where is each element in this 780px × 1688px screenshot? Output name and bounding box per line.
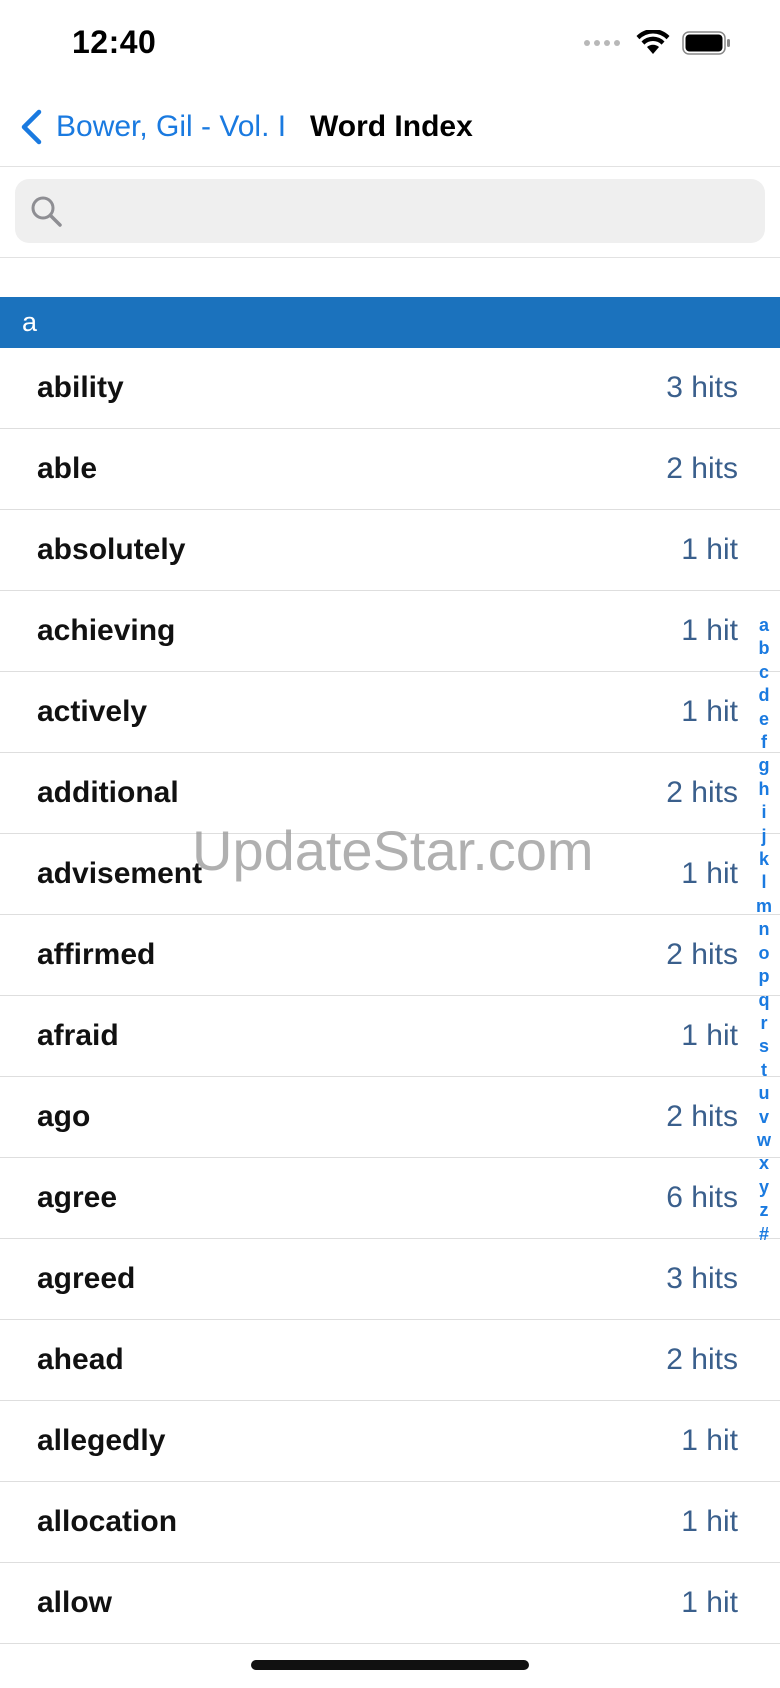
- word-row[interactable]: affirmed 2 hits: [0, 915, 780, 996]
- status-icons: [584, 30, 732, 56]
- index-letter[interactable]: g: [759, 754, 770, 777]
- index-letter[interactable]: h: [759, 778, 770, 801]
- word-label: achieving: [37, 614, 176, 647]
- index-letter[interactable]: f: [761, 731, 767, 754]
- search-icon: [31, 196, 62, 227]
- index-letter[interactable]: l: [761, 871, 766, 894]
- index-letter[interactable]: n: [759, 918, 770, 941]
- status-bar: 12:40: [0, 0, 780, 88]
- hit-count: 1 hit: [681, 533, 738, 566]
- word-row[interactable]: agree 6 hits: [0, 1158, 780, 1239]
- word-row[interactable]: absolutely 1 hit: [0, 510, 780, 591]
- index-letter[interactable]: j: [761, 825, 766, 848]
- hit-count: 2 hits: [666, 1100, 738, 1133]
- battery-icon: [682, 31, 730, 55]
- wifi-icon: [636, 30, 670, 54]
- hit-count: 1 hit: [681, 695, 738, 728]
- word-row[interactable]: able 2 hits: [0, 429, 780, 510]
- hit-count: 6 hits: [666, 1181, 738, 1214]
- index-letter[interactable]: q: [759, 989, 770, 1012]
- hit-count: 2 hits: [666, 776, 738, 809]
- search-field-container[interactable]: [15, 179, 765, 243]
- hit-count: 1 hit: [681, 614, 738, 647]
- index-letter[interactable]: k: [759, 848, 769, 871]
- index-letter[interactable]: y: [759, 1176, 769, 1199]
- word-label: additional: [37, 776, 179, 809]
- word-list: ability 3 hits able 2 hits absolutely 1 hit…: [0, 348, 780, 1644]
- word-row[interactable]: allocation 1 hit: [0, 1482, 780, 1563]
- word-label: allocation: [37, 1505, 178, 1538]
- word-row[interactable]: actively 1 hit: [0, 672, 780, 753]
- navigation-bar: Bower, Gil - Vol. I Word Index: [0, 88, 780, 167]
- word-label: afraid: [37, 1019, 119, 1052]
- hit-count: 1 hit: [681, 857, 738, 890]
- index-letter[interactable]: w: [757, 1129, 771, 1152]
- hit-count: 1 hit: [681, 1505, 738, 1538]
- index-letter[interactable]: e: [759, 708, 769, 731]
- word-label: ahead: [37, 1343, 124, 1376]
- word-label: advisement: [37, 857, 203, 890]
- word-label: ago: [37, 1100, 91, 1133]
- word-label: allegedly: [37, 1424, 166, 1457]
- hit-count: 1 hit: [681, 1424, 738, 1457]
- word-row[interactable]: allegedly 1 hit: [0, 1401, 780, 1482]
- hit-count: 3 hits: [666, 371, 738, 404]
- word-row[interactable]: afraid 1 hit: [0, 996, 780, 1077]
- hit-count: 1 hit: [681, 1019, 738, 1052]
- word-row[interactable]: additional 2 hits: [0, 753, 780, 834]
- hit-count: 1 hit: [681, 1586, 738, 1619]
- word-label: allow: [37, 1586, 113, 1619]
- index-letter[interactable]: m: [756, 895, 772, 918]
- alphabet-index[interactable]: a b c d e f g h i j k l m n o p q r s t …: [754, 614, 774, 1246]
- hit-count: 3 hits: [666, 1262, 738, 1295]
- status-time: 12:40: [72, 24, 157, 60]
- word-row[interactable]: advisement 1 hit: [0, 834, 780, 915]
- index-letter[interactable]: c: [759, 661, 769, 684]
- index-letter[interactable]: #: [759, 1223, 769, 1246]
- index-letter[interactable]: b: [759, 637, 770, 660]
- search-input[interactable]: [75, 194, 739, 228]
- word-label: actively: [37, 695, 148, 728]
- index-letter[interactable]: v: [759, 1106, 769, 1129]
- word-label: able: [37, 452, 98, 485]
- hit-count: 2 hits: [666, 1343, 738, 1376]
- index-letter[interactable]: t: [761, 1059, 767, 1082]
- word-label: agreed: [37, 1262, 136, 1295]
- search-bar: [0, 167, 780, 258]
- section-header: a: [0, 297, 780, 348]
- index-letter[interactable]: d: [759, 684, 770, 707]
- hit-count: 2 hits: [666, 938, 738, 971]
- index-letter[interactable]: i: [761, 801, 766, 824]
- word-row[interactable]: ability 3 hits: [0, 348, 780, 429]
- word-label: affirmed: [37, 938, 156, 971]
- index-letter[interactable]: o: [759, 942, 770, 965]
- word-row[interactable]: ago 2 hits: [0, 1077, 780, 1158]
- index-letter[interactable]: a: [759, 614, 769, 637]
- word-label: agree: [37, 1181, 118, 1214]
- section-header-label: a: [22, 307, 38, 337]
- back-button[interactable]: Bower, Gil - Vol. I: [20, 104, 286, 150]
- cellular-signal-icon: [584, 40, 620, 46]
- index-letter[interactable]: r: [760, 1012, 767, 1035]
- hit-count: 2 hits: [666, 452, 738, 485]
- home-indicator[interactable]: [251, 1660, 529, 1670]
- index-letter[interactable]: p: [759, 965, 770, 988]
- word-row[interactable]: agreed 3 hits: [0, 1239, 780, 1320]
- index-letter[interactable]: z: [760, 1199, 769, 1222]
- chevron-left-icon: [21, 109, 42, 145]
- page-title: Word Index: [310, 110, 473, 143]
- word-row[interactable]: achieving 1 hit: [0, 591, 780, 672]
- word-label: ability: [37, 371, 124, 404]
- word-row[interactable]: ahead 2 hits: [0, 1320, 780, 1401]
- index-letter[interactable]: u: [759, 1082, 770, 1105]
- index-letter[interactable]: x: [759, 1152, 769, 1175]
- word-label: absolutely: [37, 533, 186, 566]
- back-button-label: Bower, Gil - Vol. I: [56, 110, 287, 143]
- index-letter[interactable]: s: [759, 1035, 769, 1058]
- word-row[interactable]: allow 1 hit: [0, 1563, 780, 1644]
